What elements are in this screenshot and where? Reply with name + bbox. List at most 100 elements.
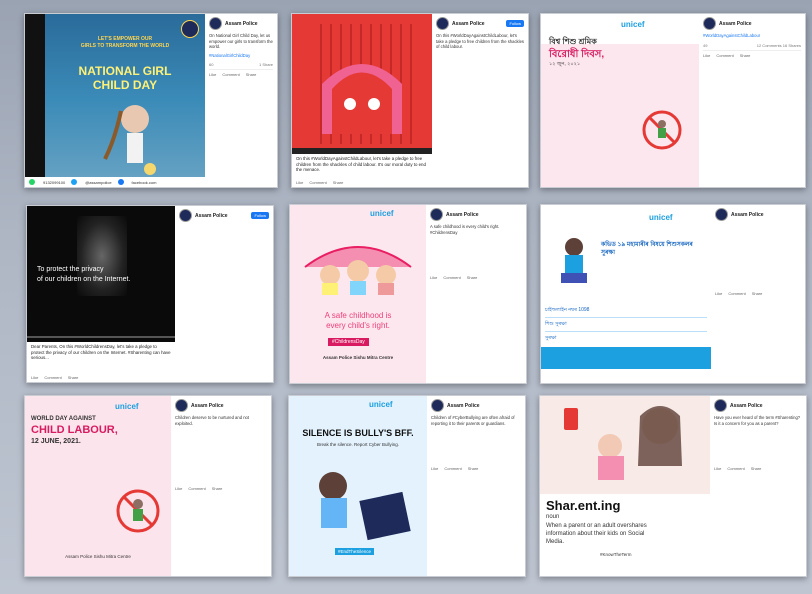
poster-bengali-text: কভিড ১৯ মহামাৰীৰ বিষয়ে শিশুসকলৰ সুৰক্ষা bbox=[601, 242, 693, 256]
video-progress[interactable] bbox=[27, 336, 175, 338]
like-button[interactable]: Like bbox=[431, 466, 438, 471]
follow-button[interactable]: Follow bbox=[251, 212, 269, 219]
post-sidebar: Assam Police On National Girl Child Day,… bbox=[205, 14, 277, 187]
post-actions: Like Comment Share bbox=[431, 466, 521, 471]
post-card-covid-child-safety[interactable]: unicef কভিড ১৯ মহামাৰীৰ বিষয়ে শিশুসকলৰ … bbox=[540, 204, 806, 384]
footer-facebook: facebook.com bbox=[131, 179, 157, 185]
girl-illustration bbox=[103, 105, 156, 175]
post-card-cyber-bullying[interactable]: unicef SILENCE IS BULLY'S BFF. Break the… bbox=[288, 395, 526, 577]
poster-image: unicef A safe childhood is every child's… bbox=[290, 205, 426, 383]
post-actions: Like Comment Share bbox=[714, 466, 802, 471]
follow-button[interactable]: Follow bbox=[506, 20, 524, 27]
post-actions: Like Comment Share bbox=[703, 53, 801, 58]
comment-button[interactable]: Comment bbox=[728, 291, 745, 296]
post-text: #WorldDayAgainstChildLabour bbox=[703, 33, 761, 38]
comment-button[interactable]: Comment bbox=[222, 72, 239, 77]
likes-count[interactable]: 49 bbox=[703, 43, 707, 48]
share-button[interactable]: Share bbox=[68, 375, 79, 380]
subheadline: Break the silence. Report Cyber Bullying… bbox=[316, 442, 400, 447]
poster-bottom-banner bbox=[541, 347, 711, 369]
post-sidebar: Assam Police A safe childhood is every c… bbox=[426, 205, 526, 383]
share-button[interactable]: Share bbox=[751, 466, 762, 471]
post-card-sharenting[interactable]: Shar.ent.ing noun When a parent or an ad… bbox=[539, 395, 807, 577]
post-card-world-day-child-labour[interactable]: unicef WORLD DAY AGAINST CHILD LABOUR, 1… bbox=[24, 395, 272, 577]
reaction-bar: 60 1 Share bbox=[209, 62, 273, 70]
poster-image: LET'S EMPOWER OUR GIRLS TO TRANSFORM THE… bbox=[25, 14, 205, 187]
share-button[interactable]: Share bbox=[752, 291, 763, 296]
like-button[interactable]: Like bbox=[714, 466, 721, 471]
comment-button[interactable]: Comment bbox=[444, 466, 461, 471]
like-button[interactable]: Like bbox=[175, 486, 182, 491]
comment-button[interactable]: Comment bbox=[188, 486, 205, 491]
post-card-child-labour-bengali[interactable]: unicef বিশ্ব শিশু শ্রমিক বিরোধী দিবস, ১২… bbox=[540, 13, 806, 188]
term-hashtag: #KnowTheTerm bbox=[600, 552, 632, 557]
share-button[interactable]: Share bbox=[740, 53, 751, 58]
like-button[interactable]: Like bbox=[703, 53, 710, 58]
like-button[interactable]: Like bbox=[296, 180, 303, 185]
video-player[interactable] bbox=[292, 14, 432, 154]
poster-text2: of our children on the Internet. bbox=[37, 276, 131, 283]
post-text: On this #WorldDayAgainstChildLabour, let… bbox=[436, 33, 524, 49]
share-button[interactable]: Share bbox=[333, 180, 344, 185]
page-name[interactable]: Assam Police bbox=[730, 403, 763, 409]
video-progress[interactable] bbox=[292, 148, 432, 154]
page-name[interactable]: Assam Police bbox=[447, 403, 480, 409]
comment-button[interactable]: Comment bbox=[716, 53, 733, 58]
parent-child-illustration bbox=[540, 396, 710, 494]
post-card-national-girl-child-day[interactable]: LET'S EMPOWER OUR GIRLS TO TRANSFORM THE… bbox=[24, 13, 278, 188]
comment-button[interactable]: Comment bbox=[309, 180, 326, 185]
term-definition-3: Media. bbox=[546, 539, 565, 545]
shares-count[interactable]: 1 Share bbox=[259, 62, 273, 67]
like-button[interactable]: Like bbox=[430, 275, 437, 280]
comment-button[interactable]: Comment bbox=[44, 375, 61, 380]
page-name[interactable]: Assam Police bbox=[452, 21, 485, 27]
comment-button[interactable]: Comment bbox=[727, 466, 744, 471]
share-button[interactable]: Share bbox=[212, 486, 223, 491]
unicef-logo: unicef bbox=[621, 20, 645, 29]
post-card-child-labour-video[interactable]: Assam Police Follow On this #WorldDayAgai… bbox=[291, 13, 529, 188]
post-text: Children of #CyberBullying are often afr… bbox=[431, 415, 515, 426]
whatsapp-icon bbox=[29, 179, 35, 185]
video-caption: On this #WorldDayAgainstChildLabour, let… bbox=[296, 156, 426, 173]
helpline-row-1: চাইল্ডলাইন নম্বৰ 1098 bbox=[545, 305, 707, 318]
post-actions: Like Comment Share bbox=[209, 72, 273, 77]
page-name[interactable]: Assam Police bbox=[195, 213, 228, 219]
children-illustration bbox=[304, 246, 412, 295]
likes-count[interactable]: 60 bbox=[209, 62, 213, 67]
like-button[interactable]: Like bbox=[31, 375, 38, 380]
page-name[interactable]: Assam Police bbox=[731, 212, 764, 218]
post-hashtags[interactable]: #NationalGirlChildDay bbox=[209, 53, 273, 59]
centre-label: Assam Police Sishu Mitra Centre bbox=[65, 554, 131, 559]
hashtag-badge: #EndTheSilence bbox=[335, 548, 375, 555]
post-sidebar: Assam Police Like Comment Share bbox=[711, 205, 805, 383]
unicef-logo: unicef bbox=[649, 213, 673, 222]
page-name[interactable]: Assam Police bbox=[225, 21, 258, 27]
page-name[interactable]: Assam Police bbox=[446, 212, 479, 218]
post-card-childrens-day[interactable]: unicef A safe childhood is every child's… bbox=[289, 204, 527, 384]
post-sidebar: Assam Police Have you ever heard of the … bbox=[710, 396, 806, 576]
post-card-privacy-video[interactable]: To protect the privacy of our children o… bbox=[26, 205, 274, 383]
video-player[interactable]: To protect the privacy of our children o… bbox=[27, 206, 175, 342]
like-button[interactable]: Like bbox=[715, 291, 722, 296]
facebook-icon bbox=[117, 179, 124, 185]
post-text: A safe childhood is every child's right.… bbox=[430, 224, 500, 235]
term-definition-2: information about their kids on Social bbox=[546, 531, 645, 537]
comment-button[interactable]: Comment bbox=[443, 275, 460, 280]
post-actions: Like Comment Share bbox=[715, 291, 801, 296]
helpline-row-2: শিশু সুৰক্ষা bbox=[545, 319, 707, 332]
comments-count[interactable]: 12 Comments 16 Shares bbox=[757, 43, 801, 48]
poster-image: unicef কভিড ১৯ মহামাৰীৰ বিষয়ে শিশুসকলৰ … bbox=[541, 205, 711, 383]
police-logo bbox=[181, 20, 199, 38]
like-button[interactable]: Like bbox=[209, 72, 216, 77]
poster-line2: GIRLS TO TRANSFORM THE WORLD bbox=[80, 43, 170, 49]
post-actions: Like Comment Share bbox=[31, 375, 78, 380]
share-button[interactable]: Share bbox=[246, 72, 257, 77]
page-name[interactable]: Assam Police bbox=[719, 21, 752, 27]
share-button[interactable]: Share bbox=[467, 275, 478, 280]
share-button[interactable]: Share bbox=[468, 466, 479, 471]
post-sidebar: Assam Police #WorldDayAgainstChildLabour… bbox=[699, 14, 805, 187]
page-name[interactable]: Assam Police bbox=[191, 403, 224, 409]
poster-image: unicef WORLD DAY AGAINST CHILD LABOUR, 1… bbox=[25, 396, 171, 576]
post-text: Children deserve to be nurtured and not … bbox=[175, 415, 250, 426]
unicef-logo: unicef bbox=[369, 400, 393, 409]
